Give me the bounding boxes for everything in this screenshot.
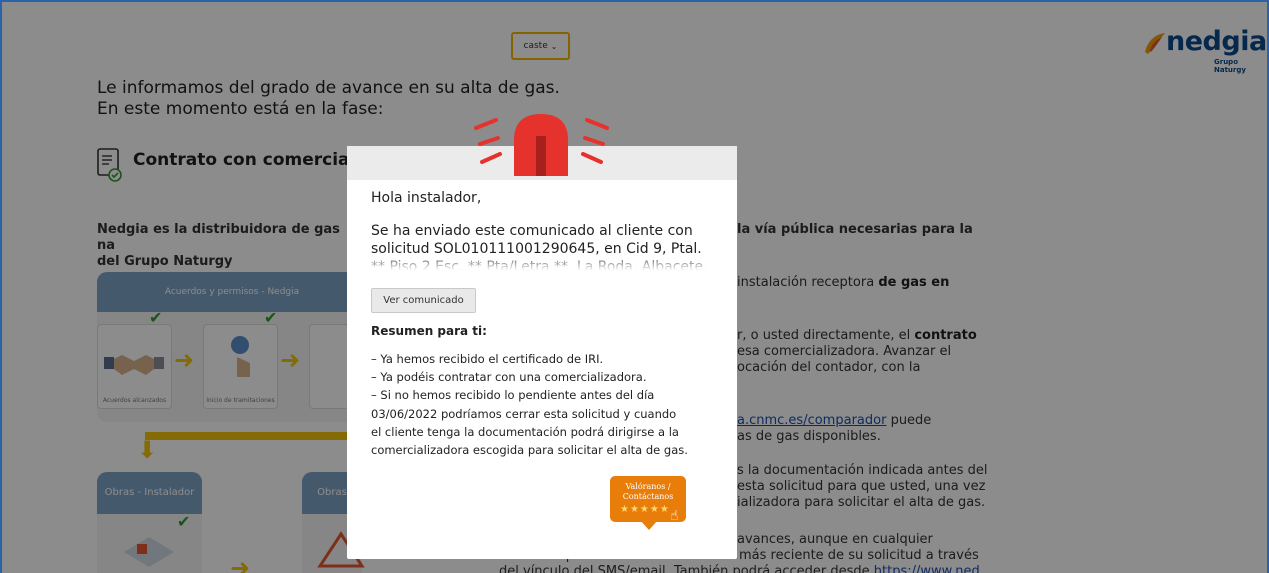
pointer-hand-icon: ☝ (670, 508, 679, 524)
browser-viewport: caste ⌄ nedgia Grupo Naturgy Le informam… (0, 0, 1269, 573)
rate-label: Valóranos / Contáctanos (610, 482, 686, 502)
summary-line: – Ya hemos recibido el certificado de IR… (371, 352, 604, 366)
summary-line: comercializadora escogida para solicitar… (371, 443, 688, 458)
rate-label-line-1: Valóranos / (625, 482, 671, 491)
summary-list: – Ya hemos recibido el certificado de IR… (371, 350, 721, 459)
alarm-siren-icon (474, 114, 609, 176)
modal-greeting: Hola instalador, (371, 190, 482, 206)
rate-bubble-tip (640, 520, 658, 530)
summary-line: – Si no hemos recibido lo pendiente ante… (371, 388, 655, 403)
message-fade (371, 258, 716, 276)
summary-title: Resumen para ti: (371, 324, 487, 338)
rate-contact-button[interactable]: Valóranos / Contáctanos ★★★★★ ☝ (610, 476, 686, 532)
summary-line: 03/06/2022 podríamos cerrar esta solicit… (371, 406, 677, 421)
view-notice-button[interactable]: Ver comunicado (371, 288, 476, 313)
summary-line: – Ya podéis contratar con una comerciali… (371, 370, 647, 385)
stars-icon: ★★★★★ (620, 504, 670, 515)
summary-line: el cliente tenga la documentación podrá … (371, 424, 679, 439)
rate-label-line-2: Contáctanos (622, 492, 674, 501)
